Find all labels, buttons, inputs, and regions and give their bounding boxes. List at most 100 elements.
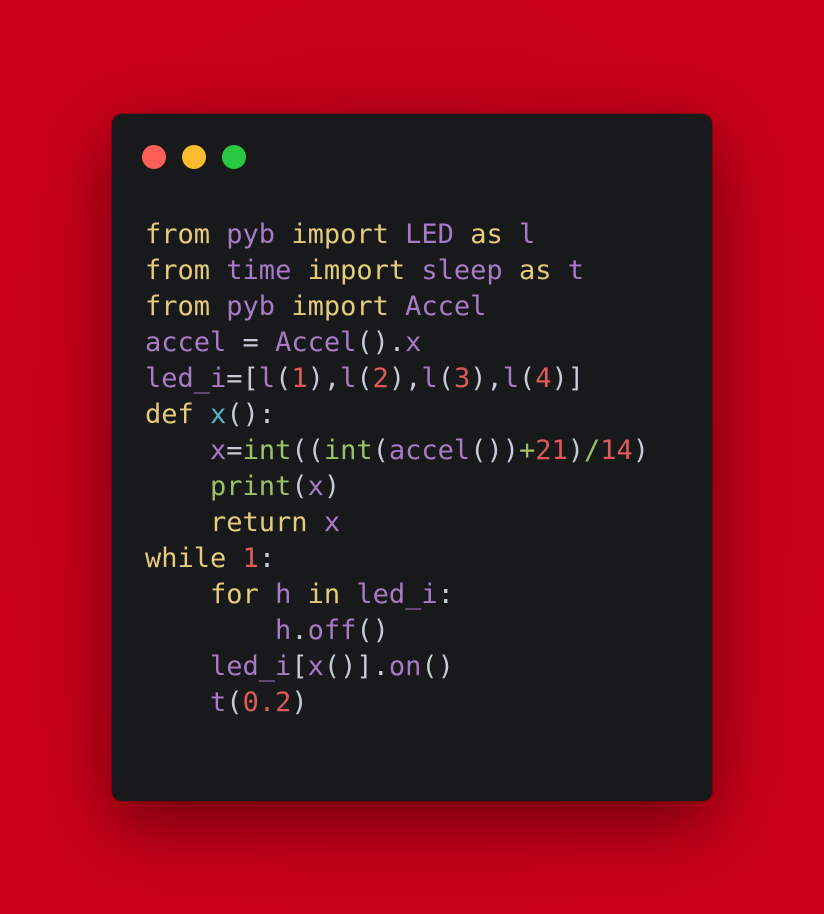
code-punctuation: ) xyxy=(291,687,308,718)
code-punctuation xyxy=(145,507,210,538)
code-punctuation xyxy=(194,399,210,430)
code-punctuation xyxy=(291,255,307,286)
code-identifier: l xyxy=(258,363,276,394)
code-keyword: from xyxy=(145,219,211,250)
code-punctuation: ), xyxy=(470,363,503,394)
code-line: return x xyxy=(145,505,649,541)
code-punctuation: ), xyxy=(307,363,341,394)
code-punctuation: : xyxy=(437,579,454,610)
code-builtin: int xyxy=(323,435,373,466)
code-identifier: led_i xyxy=(210,651,292,682)
window-controls xyxy=(142,145,246,169)
code-identifier: h xyxy=(275,615,292,646)
code-line: x=int((int(accel())+21)/14) xyxy=(145,433,649,469)
code-identifier: x xyxy=(210,435,227,466)
code-punctuation: ()) xyxy=(470,435,519,466)
code-identifier: led_i xyxy=(145,363,227,394)
code-punctuation xyxy=(210,291,226,322)
close-dot-icon[interactable] xyxy=(142,145,166,169)
code-window: from pyb import LED as l from time import… xyxy=(112,114,712,801)
code-punctuation: ( xyxy=(275,363,292,394)
code-identifier: x xyxy=(405,327,422,358)
code-number: 2 xyxy=(372,363,389,394)
code-punctuation: )] xyxy=(551,363,585,394)
code-number: 3 xyxy=(453,363,471,394)
code-identifier: accel xyxy=(388,435,471,466)
code-keyword: import xyxy=(307,255,406,286)
code-identifier: off xyxy=(307,615,357,646)
code-identifier: Accel xyxy=(405,291,487,322)
code-identifier: on xyxy=(388,651,422,682)
code-identifier: time xyxy=(226,255,292,286)
code-punctuation: ), xyxy=(388,363,422,394)
code-punctuation xyxy=(275,291,291,322)
code-punctuation: () xyxy=(421,651,454,682)
minimize-dot-icon[interactable] xyxy=(182,145,206,169)
code-identifier: LED xyxy=(405,219,454,250)
code-identifier: l xyxy=(502,363,519,394)
code-punctuation xyxy=(389,219,405,250)
code-punctuation xyxy=(210,255,226,286)
code-line: led_i=[l(1),l(2),l(3),l(4)] xyxy=(145,361,649,397)
code-punctuation: ) xyxy=(323,471,341,502)
code-identifier: x xyxy=(307,651,324,682)
code-punctuation: (): xyxy=(226,399,276,430)
code-number: 14 xyxy=(600,435,633,466)
code-identifier: l xyxy=(340,363,357,394)
code-identifier: t xyxy=(210,687,227,718)
code-identifier: l xyxy=(421,363,438,394)
code-line: led_i[x()].on() xyxy=(145,649,649,685)
code-identifier: h xyxy=(275,579,292,610)
code-identifier: accel xyxy=(145,327,227,358)
code-punctuation xyxy=(145,687,210,718)
code-line: from pyb import Accel xyxy=(145,289,649,325)
code-keyword: from xyxy=(145,291,211,322)
code-keyword: as xyxy=(518,255,552,286)
code-punctuation xyxy=(551,255,567,286)
code-line: t(0.2) xyxy=(145,685,649,721)
code-punctuation: ( xyxy=(519,363,536,394)
code-block: from pyb import LED as l from time import… xyxy=(145,217,649,721)
code-punctuation xyxy=(454,219,470,250)
code-line: from time import sleep as t xyxy=(145,253,649,289)
code-number: 4 xyxy=(535,363,552,394)
code-builtin: int xyxy=(242,435,292,466)
code-builtin: + xyxy=(518,435,536,466)
code-punctuation: (). xyxy=(356,327,406,358)
code-punctuation: [ xyxy=(291,651,308,682)
code-identifier: x xyxy=(323,507,341,538)
code-identifier: x xyxy=(307,471,324,502)
code-punctuation xyxy=(226,543,242,574)
code-punctuation: ( xyxy=(356,363,373,394)
code-line: from pyb import LED as l xyxy=(145,217,649,253)
code-number: 1 xyxy=(291,363,308,394)
code-identifier: pyb xyxy=(226,219,276,250)
code-punctuation: : xyxy=(258,543,276,574)
code-punctuation xyxy=(389,291,405,322)
code-punctuation: () xyxy=(356,615,389,646)
code-line: h.off() xyxy=(145,613,649,649)
code-punctuation xyxy=(145,579,210,610)
code-builtin: / xyxy=(584,435,601,466)
code-punctuation: ( xyxy=(372,435,389,466)
code-keyword: import xyxy=(291,291,389,322)
code-function: x xyxy=(210,399,227,430)
code-punctuation: ) xyxy=(567,435,585,466)
code-line: for h in led_i: xyxy=(145,577,649,613)
code-keyword: in xyxy=(307,579,341,610)
code-line: print(x) xyxy=(145,469,649,505)
code-punctuation xyxy=(308,507,324,538)
code-line: def x(): xyxy=(145,397,649,433)
code-punctuation: (( xyxy=(291,435,324,466)
code-number: 0.2 xyxy=(242,687,292,718)
code-punctuation xyxy=(503,255,519,286)
code-punctuation: = xyxy=(226,435,243,466)
code-number: 21 xyxy=(535,435,568,466)
code-keyword: while xyxy=(145,543,227,574)
zoom-dot-icon[interactable] xyxy=(222,145,246,169)
code-punctuation: = xyxy=(226,327,276,358)
code-punctuation xyxy=(145,471,210,502)
code-punctuation: ( xyxy=(291,471,308,502)
code-identifier: sleep xyxy=(421,255,503,286)
code-keyword: def xyxy=(145,399,194,430)
